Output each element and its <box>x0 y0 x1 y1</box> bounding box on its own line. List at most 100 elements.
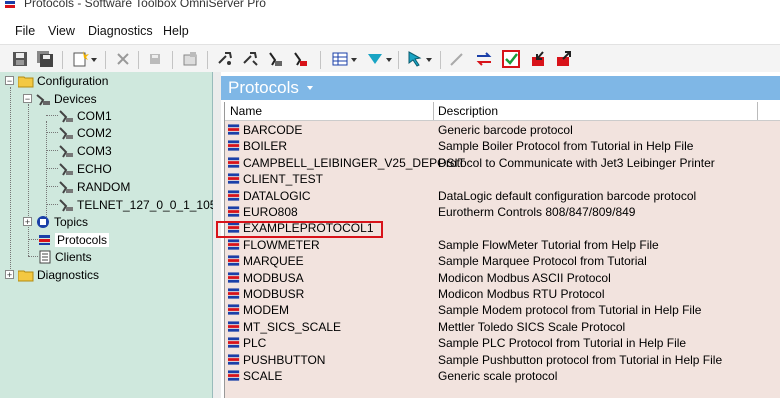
new-dropdown-icon[interactable] <box>70 49 97 69</box>
protocol-description: Generic barcode protocol <box>438 123 573 137</box>
protocol-row[interactable]: PLC Sample PLC Protocol from Tutorial in … <box>225 335 780 351</box>
protocol-list: Name Description BARCODE Generic barcode … <box>224 102 780 398</box>
column-divider[interactable] <box>433 102 434 120</box>
tree-label: Clients <box>55 250 92 264</box>
protocol-row[interactable]: MODEM Sample Modem protocol from Tutorial… <box>225 302 780 318</box>
protocol-icon <box>228 124 240 135</box>
protocol-description: Mettler Toledo SICS Scale Protocol <box>438 319 626 334</box>
protocol-row[interactable]: FLOWMETER Sample FlowMeter Tutorial from … <box>225 237 780 253</box>
export-icon[interactable] <box>554 49 574 69</box>
protocol-icon <box>228 239 240 250</box>
toolbar-separator <box>105 51 106 69</box>
protocol-description: Sample FlowMeter Tutorial from Help File <box>438 237 659 252</box>
tree-node-device[interactable]: COM3 <box>58 143 112 159</box>
delete-icon[interactable] <box>113 49 133 69</box>
panel-header[interactable]: Protocols <box>221 76 780 100</box>
protocol-description: Sample PLC Protocol from Tutorial in Hel… <box>438 336 687 351</box>
save-icon[interactable] <box>10 49 30 69</box>
send-icon[interactable] <box>365 49 392 69</box>
menu-diagnostics[interactable]: Diagnostics <box>88 24 153 38</box>
menu-file[interactable]: File <box>15 24 35 38</box>
protocol-row[interactable]: BARCODE Generic barcode protocol <box>225 122 780 138</box>
protocol-row[interactable]: SCALE Generic scale protocol <box>225 368 780 384</box>
tree-node-device[interactable]: ECHO <box>58 161 112 177</box>
tree-node-devices[interactable]: Devices <box>35 91 97 107</box>
protocol-row[interactable]: MT_SICS_SCALE Mettler Toledo SICS Scale P… <box>225 319 780 335</box>
chevron-down-icon <box>307 86 313 90</box>
tree-node-device[interactable]: TELNET_127_0_0_1_105 <box>58 197 216 213</box>
protocol-icon <box>228 190 240 201</box>
protocol-name: MODBUSR <box>243 287 305 301</box>
checkmark-icon[interactable] <box>501 49 521 69</box>
protocol-icon <box>228 288 240 299</box>
column-header-name[interactable]: Name <box>230 104 262 118</box>
properties-icon[interactable] <box>180 49 200 69</box>
protocol-row[interactable]: MODBUSR Modicon Modbus RTU Protocol <box>225 286 780 302</box>
device-icon <box>59 181 73 194</box>
protocol-row[interactable]: MODBUSA Modicon Modbus ASCII Protocol <box>225 270 780 286</box>
protocol-description: Sample Boiler Protocol from Tutorial in … <box>438 139 694 154</box>
collapse-toggle[interactable]: − <box>5 76 14 86</box>
tree-node-configuration[interactable]: Configuration <box>18 73 108 89</box>
protocol-row[interactable]: MARQUEE Sample Marquee Protocol from Tuto… <box>225 253 780 269</box>
expand-toggle[interactable]: + <box>5 270 14 280</box>
column-divider[interactable] <box>757 102 758 120</box>
tree-label: Configuration <box>37 74 109 88</box>
protocol-icon <box>228 157 240 168</box>
protocol-name: FLOWMETER <box>243 237 320 252</box>
protocol-icon <box>228 173 240 184</box>
toolbar-separator <box>320 51 321 69</box>
window-title: Protocols - Software Toolbox OmniServer … <box>24 0 266 10</box>
tree-node-device[interactable]: RANDOM <box>58 179 130 195</box>
protocol-description: Sample Modem protocol from Tutorial in H… <box>438 303 702 318</box>
tree-node-topics[interactable]: Topics <box>35 214 88 230</box>
tree-node-diagnostics[interactable]: Diagnostics <box>18 267 99 283</box>
swap-arrows-icon[interactable] <box>474 49 494 69</box>
wrench-icon[interactable] <box>215 49 235 69</box>
protocol-description: Protocol to Communicate with Jet3 Leibin… <box>438 155 715 170</box>
device-icon <box>59 127 73 140</box>
protocol-row[interactable]: CLIENT_TEST <box>225 171 780 187</box>
protocol-row[interactable]: EURO808 Eurotherm Controls 808/847/809/84… <box>225 204 780 220</box>
connect-icon[interactable] <box>265 49 285 69</box>
tree-label: RANDOM <box>77 180 131 194</box>
disk-icon[interactable] <box>145 49 165 69</box>
pen-icon[interactable] <box>447 49 467 69</box>
menu-help[interactable]: Help <box>163 24 189 38</box>
protocol-icon <box>228 354 240 365</box>
navigation-tree: − Configuration − Devices COM1 COM2 COM3… <box>0 72 216 398</box>
column-header-description[interactable]: Description <box>438 104 498 118</box>
toolbar-separator <box>172 51 173 69</box>
protocol-description: Eurotherm Controls 808/847/809/849 <box>438 205 636 219</box>
tree-node-protocols[interactable]: Protocols <box>38 232 110 248</box>
import-icon[interactable] <box>528 49 548 69</box>
device-icon <box>59 145 73 158</box>
collapse-toggle[interactable]: − <box>23 94 32 104</box>
protocol-name: BARCODE <box>243 123 303 137</box>
toolbar-separator <box>207 51 208 69</box>
protocol-icon <box>228 321 240 332</box>
protocol-row[interactable]: DATALOGIC DataLogic default configuration… <box>225 188 780 204</box>
protocol-name: CLIENT_TEST <box>243 172 324 187</box>
disconnect-icon[interactable] <box>290 49 310 69</box>
protocol-icon <box>228 304 240 316</box>
protocol-description: Modicon Modbus ASCII Protocol <box>438 270 611 285</box>
title-bar: Protocols - Software Toolbox OmniServer … <box>0 0 780 14</box>
tree-label: Diagnostics <box>37 268 100 282</box>
protocol-row[interactable]: CAMPBELL_LEIBINGER_V25_DEPOSIT Protocol t… <box>225 155 780 171</box>
tree-node-device[interactable]: COM1 <box>58 108 112 124</box>
wrench-alt-icon[interactable] <box>240 49 260 69</box>
grid-view-icon[interactable] <box>330 49 357 69</box>
tree-label: Topics <box>54 215 89 229</box>
expand-toggle[interactable]: + <box>23 217 32 227</box>
highlight-box <box>216 221 383 238</box>
protocol-row[interactable]: BOILER Sample Boiler Protocol from Tutori… <box>225 138 780 154</box>
pointer-icon[interactable] <box>405 49 432 69</box>
tree-node-clients[interactable]: Clients <box>38 249 92 265</box>
save-all-icon[interactable] <box>35 49 55 69</box>
protocol-row[interactable]: PUSHBUTTON Sample Pushbutton protocol fro… <box>225 352 780 368</box>
menu-view[interactable]: View <box>48 24 75 38</box>
tree-node-device[interactable]: COM2 <box>58 125 112 141</box>
tree-label: TELNET_127_0_0_1_105 <box>77 198 217 212</box>
protocol-icon <box>228 370 240 381</box>
